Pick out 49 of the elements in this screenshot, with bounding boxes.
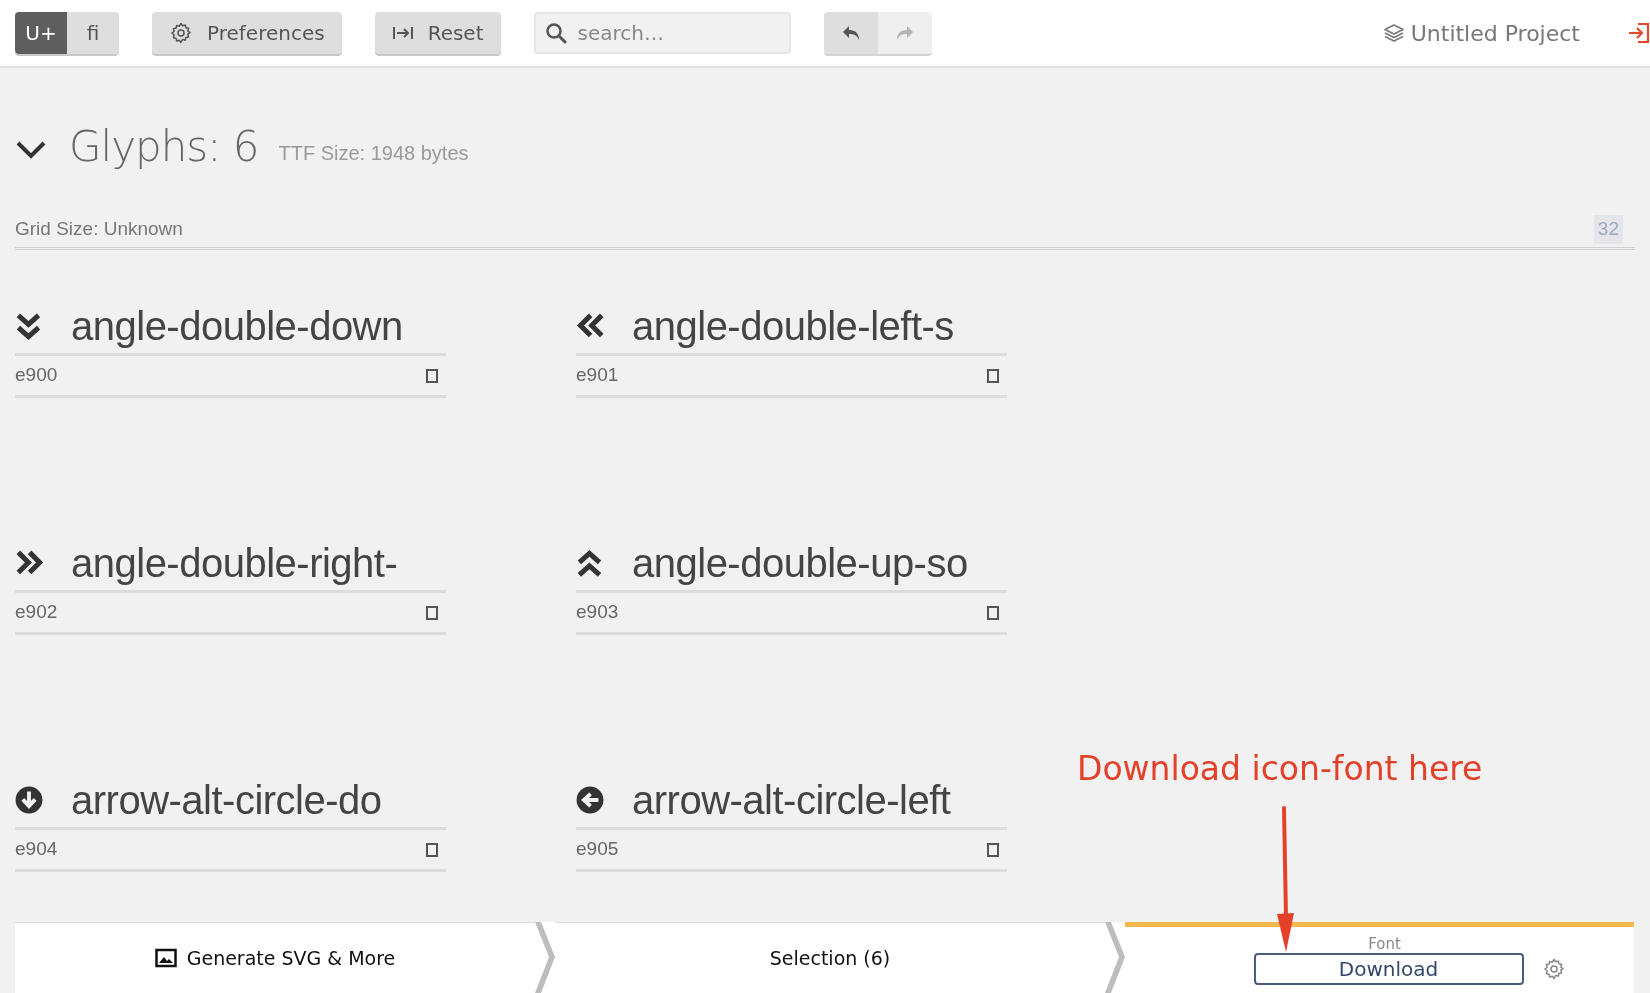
undo-button[interactable]: [823, 12, 878, 54]
checkbox[interactable]: [426, 605, 438, 620]
checkbox[interactable]: [987, 368, 999, 383]
annotation-text: Download icon-font here: [1077, 748, 1483, 790]
checkbox[interactable]: [987, 842, 999, 857]
glyph-code[interactable]: e900: [15, 361, 58, 390]
tab-label: Generate SVG & More: [186, 945, 396, 971]
gear-icon: [169, 21, 193, 45]
search-icon: [544, 22, 567, 44]
selection-tab[interactable]: Selection (6): [555, 922, 1105, 993]
image-icon: [154, 948, 177, 968]
arrow-to-bar-icon: [391, 24, 414, 42]
preferences-button[interactable]: Preferences: [152, 12, 342, 54]
sign-in-icon[interactable]: [1628, 22, 1650, 44]
project-title[interactable]: Untitled Project: [1410, 16, 1580, 50]
glyph-code[interactable]: e903: [576, 598, 619, 627]
grid-size-label: Grid Size: Unknown: [15, 217, 183, 242]
generate-tab[interactable]: Generate SVG & More: [15, 922, 535, 993]
glyph-code[interactable]: e901: [576, 361, 619, 390]
glyph-name[interactable]: arrow-alt-circle-left: [632, 775, 951, 824]
glyph-name[interactable]: angle-double-down: [71, 301, 403, 350]
double-chevron-left-icon: [576, 311, 604, 340]
glyph-count-title: Glyphs: 6: [69, 122, 259, 172]
double-chevron-down-icon: [15, 311, 43, 340]
circle-arrow-down-icon: [15, 785, 43, 814]
checkbox[interactable]: [426, 368, 438, 383]
checkbox[interactable]: [426, 842, 438, 857]
glyph-name[interactable]: angle-double-right-: [71, 538, 398, 587]
glyph-code[interactable]: e902: [15, 598, 58, 627]
settings-icon[interactable]: [1541, 957, 1566, 981]
layers-icon: [1382, 22, 1405, 44]
glyph-code[interactable]: e905: [576, 835, 619, 864]
glyph-name[interactable]: arrow-alt-circle-do: [71, 775, 382, 824]
checkbox[interactable]: [987, 605, 999, 620]
search-field[interactable]: search…: [533, 12, 791, 54]
font-label: Font: [1368, 935, 1401, 953]
circle-arrow-left-icon: [576, 785, 604, 814]
mode-toggle-button[interactable]: U+: [15, 12, 67, 54]
double-chevron-up-icon: [576, 548, 604, 577]
mode-toggle-button[interactable]: ﬁ: [67, 12, 119, 54]
download-button[interactable]: Download: [1253, 953, 1524, 985]
glyph-name[interactable]: angle-double-left-s: [632, 301, 954, 350]
double-chevron-right-icon: [15, 548, 43, 577]
glyph-name[interactable]: angle-double-up-so: [632, 538, 968, 587]
glyph-code[interactable]: e904: [15, 835, 58, 864]
reset-button[interactable]: Reset: [374, 12, 501, 54]
ttf-size-label: TTF Size: 1948 bytes: [278, 141, 469, 166]
chevron-down-icon[interactable]: [15, 140, 47, 160]
tab-label: Selection (6): [769, 945, 891, 971]
